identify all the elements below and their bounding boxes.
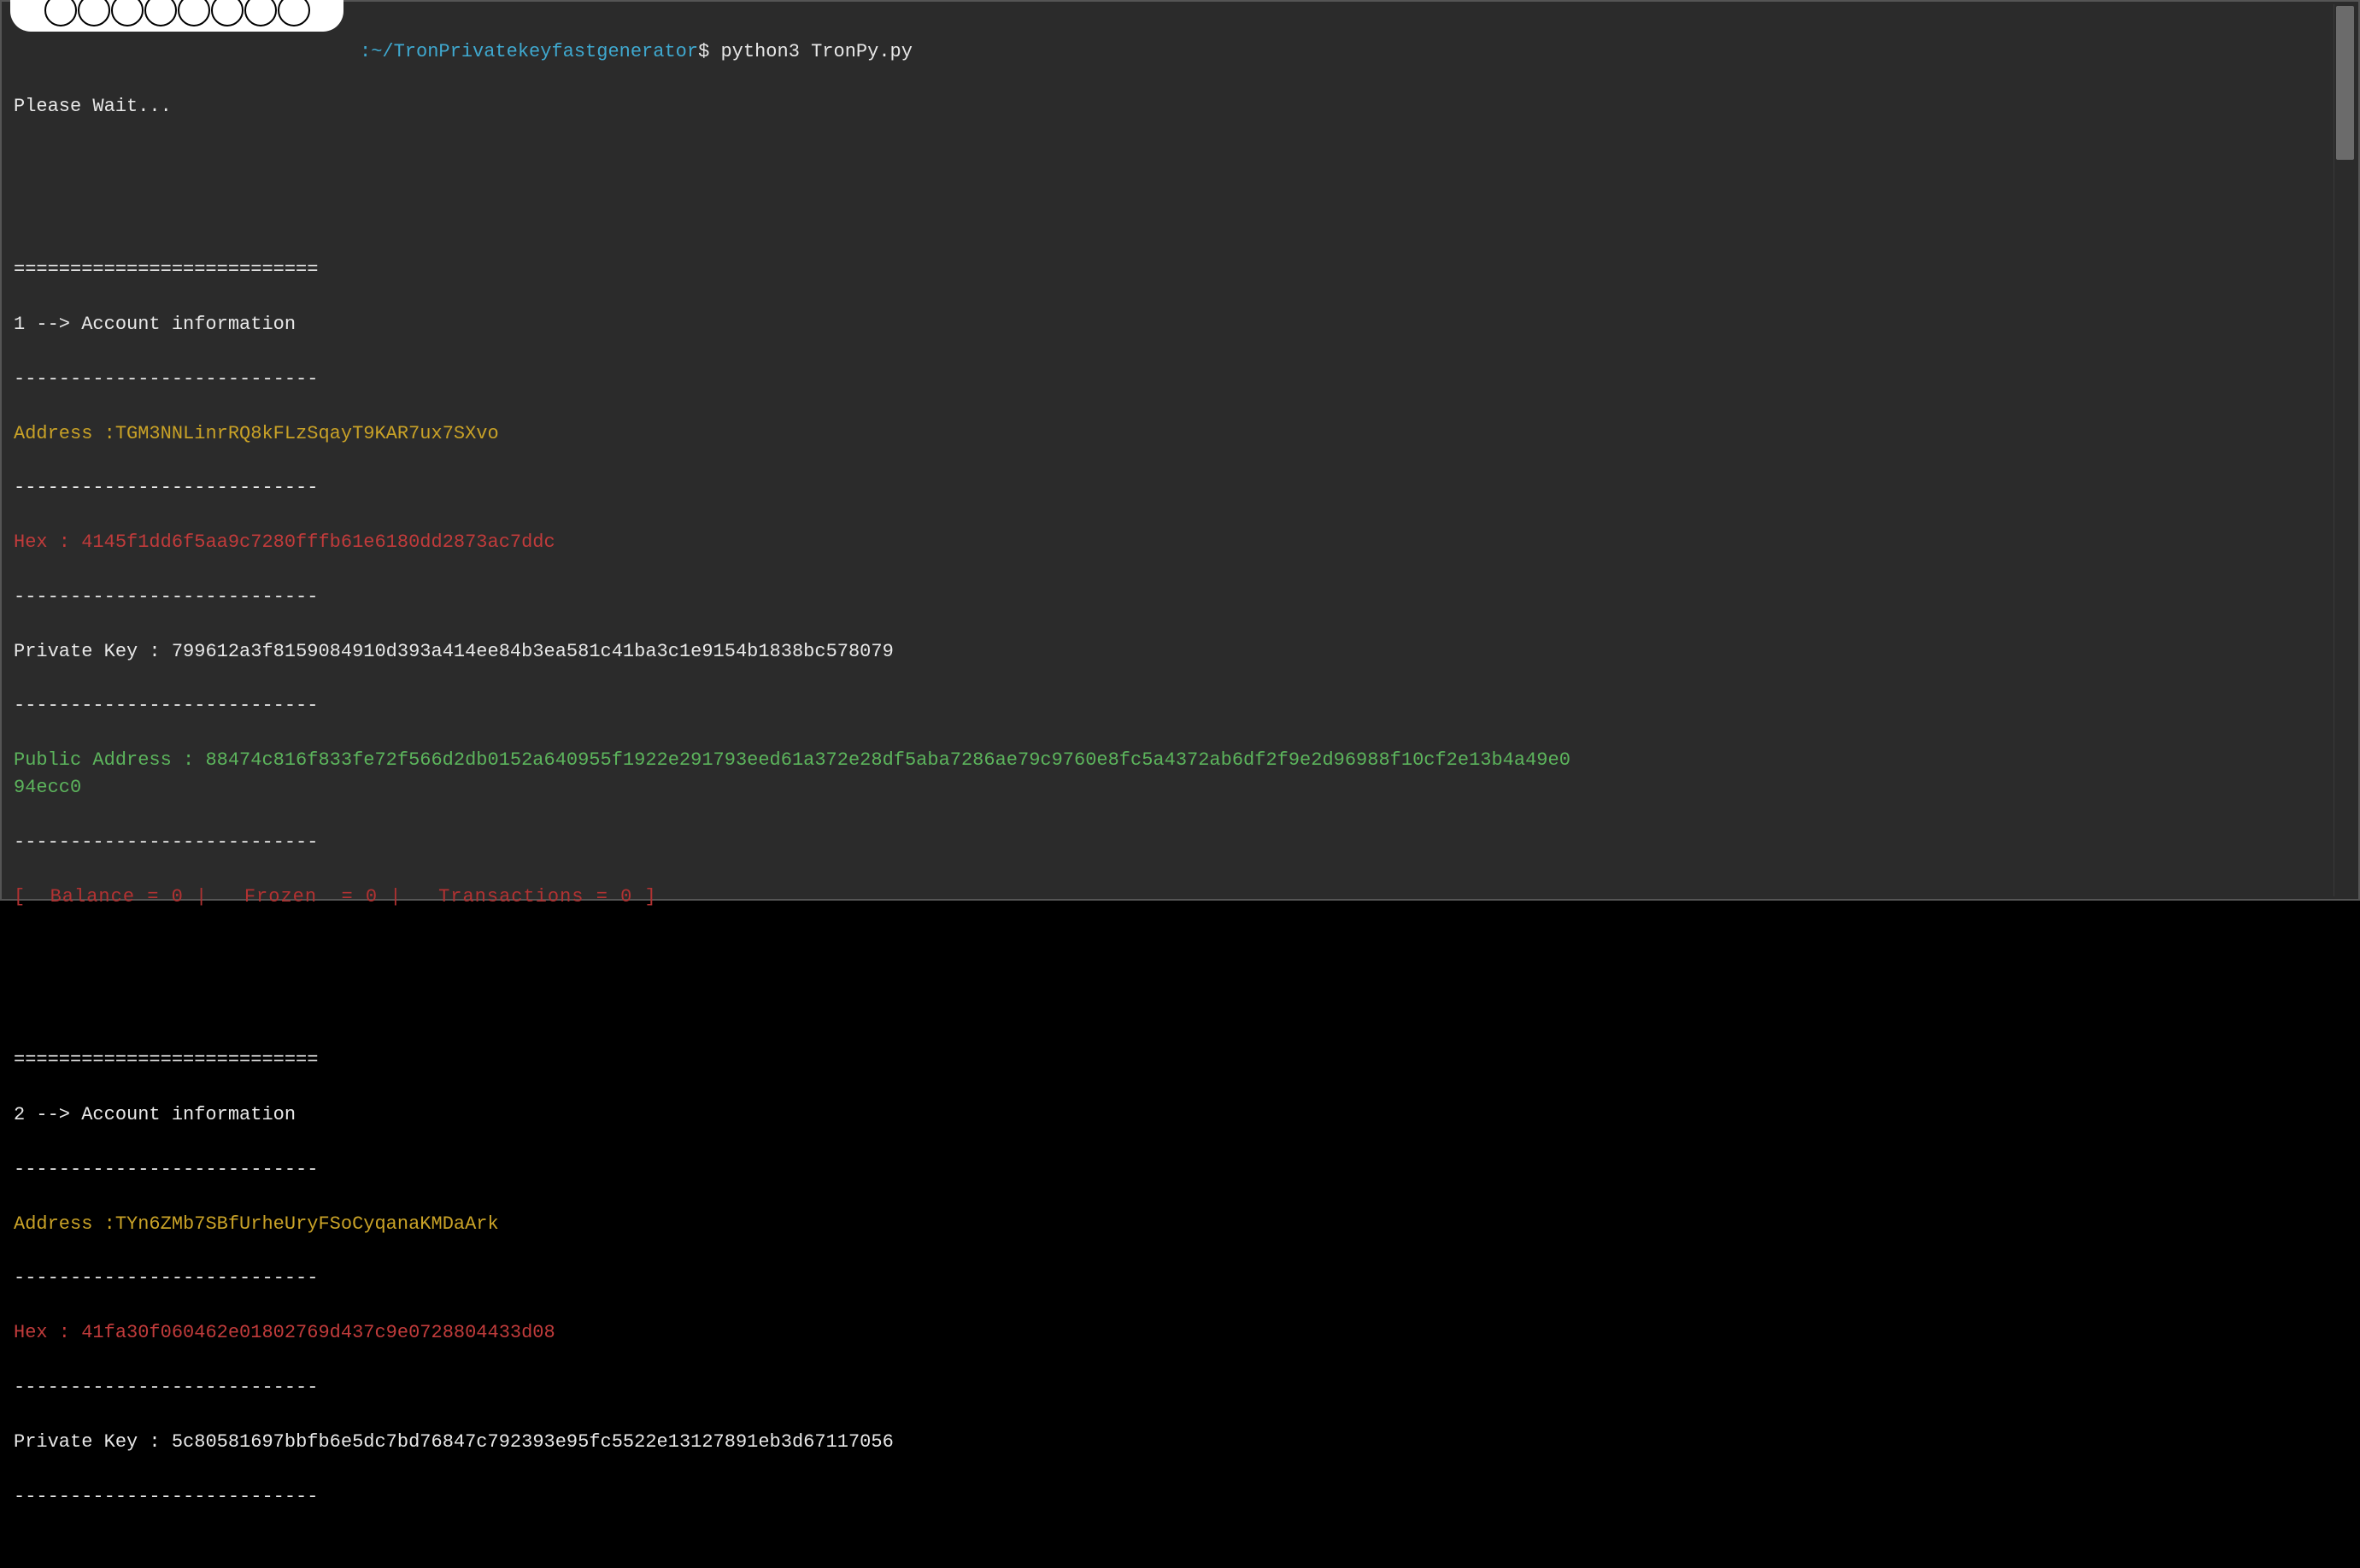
prompt-dollar: $ — [698, 41, 709, 62]
terminal-window: :~/TronPrivatekeyfastgenerator$ python3 … — [0, 0, 2360, 901]
hex-line: Hex : 41fa30f060462e01802769d437c9e07288… — [14, 1319, 2346, 1347]
redacted-circle-icon — [178, 0, 210, 26]
private-key-label: Private Key : — [14, 1431, 172, 1453]
divider-dash: --------------------------- — [14, 1483, 2346, 1511]
redacted-circle-icon — [44, 0, 77, 26]
prompt-path: ~/TronPrivatekeyfastgenerator — [371, 41, 698, 62]
hex-value: 41fa30f060462e01802769d437c9e0728804433d… — [81, 1322, 555, 1343]
address-line: Address :TGM3NNLinrRQ8kFLzSqayT9KAR7ux7S… — [14, 420, 2346, 448]
divider-dash: --------------------------- — [14, 366, 2346, 393]
divider-dash: --------------------------- — [14, 1265, 2346, 1292]
public-address-value: 88474c816f833fe72f566d2db0152a640955f192… — [14, 749, 1570, 798]
account-header: 1 --> Account information — [14, 311, 2346, 338]
hex-label: Hex : — [14, 531, 81, 553]
wait-text: Please Wait... — [14, 93, 2346, 120]
private-key-line: Private Key : 799612a3f8159084910d393a41… — [14, 638, 2346, 666]
address-label: Address : — [14, 1213, 115, 1235]
redacted-circle-icon — [144, 0, 177, 26]
public-address-label: Public Address : — [14, 749, 205, 771]
public-address-line: Public Address : 88474c816f833fe72f566d2… — [14, 747, 2346, 802]
redacted-circle-icon — [244, 0, 277, 26]
private-key-value: 799612a3f8159084910d393a414ee84b3ea581c4… — [172, 641, 894, 662]
divider-dash: --------------------------- — [14, 474, 2346, 502]
private-key-label: Private Key : — [14, 641, 172, 662]
redacted-circle-icon — [111, 0, 144, 26]
redacted-header-overlay — [10, 0, 343, 32]
redacted-circle-icon — [211, 0, 244, 26]
divider-eq: =========================== — [14, 256, 2346, 284]
account-header: 2 --> Account information — [14, 1101, 2346, 1129]
prompt-line: :~/TronPrivatekeyfastgenerator$ python3 … — [14, 32, 2346, 66]
hex-label: Hex : — [14, 1322, 81, 1343]
divider-dash: --------------------------- — [14, 829, 2346, 856]
divider-dash: --------------------------- — [14, 692, 2346, 719]
address-value: TYn6ZMb7SBfUrheUryFSoCyqanaKMDaArk — [115, 1213, 499, 1235]
address-label: Address : — [14, 423, 115, 444]
hex-value: 4145f1dd6f5aa9c7280fffb61e6180dd2873ac7d… — [81, 531, 555, 553]
divider-dash: --------------------------- — [14, 584, 2346, 611]
redacted-circle-icon — [78, 0, 110, 26]
command-text: python3 TronPy.py — [720, 41, 912, 62]
private-key-line: Private Key : 5c80581697bbfb6e5dc7bd7684… — [14, 1429, 2346, 1456]
prompt-separator: : — [360, 41, 371, 62]
redacted-circle-icon — [278, 0, 310, 26]
address-value: TGM3NNLinrRQ8kFLzSqayT9KAR7ux7SXvo — [115, 423, 499, 444]
private-key-value: 5c80581697bbfb6e5dc7bd76847c792393e95fc5… — [172, 1431, 894, 1453]
hex-line: Hex : 4145f1dd6f5aa9c7280fffb61e6180dd28… — [14, 529, 2346, 556]
vertical-scrollbar[interactable] — [2334, 4, 2356, 896]
stats-line: [ Balance = 0 | Frozen = 0 | Transaction… — [14, 884, 2346, 911]
address-line: Address :TYn6ZMb7SBfUrheUryFSoCyqanaKMDa… — [14, 1211, 2346, 1238]
divider-eq: =========================== — [14, 1047, 2346, 1074]
divider-dash: --------------------------- — [14, 1374, 2346, 1401]
divider-dash: --------------------------- — [14, 1156, 2346, 1183]
scrollbar-thumb[interactable] — [2336, 6, 2354, 160]
terminal-output[interactable]: :~/TronPrivatekeyfastgenerator$ python3 … — [2, 2, 2358, 1568]
